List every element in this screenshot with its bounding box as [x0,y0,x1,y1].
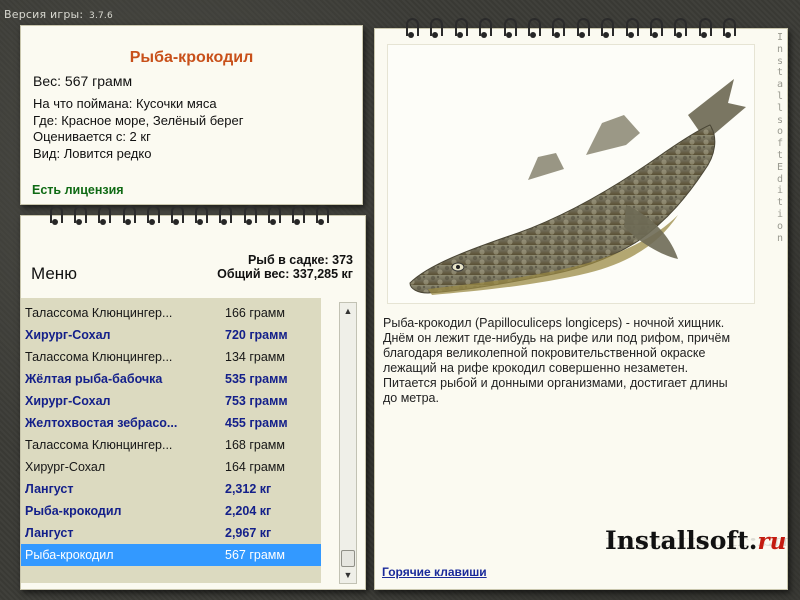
fish-weight-value: 567 грамм [225,548,285,562]
ring-icon [49,205,63,227]
fish-photo [387,44,755,304]
fish-name: Хирург-Сохал [25,460,106,474]
fish-weight-value: 168 грамм [225,438,285,452]
fish-name: Рыба-крокодил [25,504,122,518]
fish-weight-value: 2,312 кг [225,482,272,496]
license-status: Есть лицензия [32,183,124,197]
crocodile-fish-image [409,79,746,295]
list-item[interactable]: Жёлтая рыба-бабочка 535 грамм [21,368,321,390]
notebook-rings [49,205,339,227]
fish-name: Лангуст [25,482,74,496]
fish-location: Где: Красное море, Зелёный берег [33,112,244,128]
fish-weight-value: 535 грамм [225,372,288,386]
list-item[interactable]: Талассома Клюнцингер... 166 грамм [21,302,321,324]
fish-weight-value: 164 грамм [225,460,285,474]
fish-weight-value: 166 грамм [225,306,285,320]
list-item[interactable]: Желтохвостая зебрасо... 455 грамм [21,412,321,434]
scroll-down-button[interactable]: ▼ [340,567,356,583]
ring-icon [243,205,257,227]
list-item[interactable]: Лангуст 2,967 кг [21,522,321,544]
fish-bait: На что поймана: Кусочки мяса [33,96,217,111]
fish-weight-value: 2,967 кг [225,526,272,540]
fish-title: Рыба-крокодил [129,49,254,66]
brand-main: Installsoft. [605,526,758,555]
ring-icon [600,18,615,40]
ring-icon [146,205,160,227]
fish-name: Жёлтая рыба-бабочка [25,372,163,386]
catch-list: Талассома Клюнцингер... 166 грамм Хирург-С… [21,298,321,583]
ring-icon [478,18,493,40]
menu-button[interactable]: Меню [31,264,77,284]
list-item[interactable]: Рыба-крокодил 567 грамм [21,544,321,566]
ring-icon [698,18,712,40]
ring-icon [527,18,541,40]
ring-icon [625,18,639,40]
list-item[interactable]: Хирург-Сохал 753 грамм [21,390,321,412]
fish-name: Талассома Клюнцингер... [25,350,173,364]
ring-icon [194,205,209,227]
fish-value: Оценивается с: 2 кг [33,129,151,144]
ring-icon [576,18,590,40]
scroll-thumb[interactable] [341,550,355,567]
list-item[interactable]: Лангуст 2,312 кг [21,478,321,500]
fish-weight: Вес: 567 грамм [33,73,133,89]
fish-name: Лангуст [25,526,74,540]
fish-rarity: Вид: Ловится редко [33,145,152,161]
fish-name: Талассома Клюнцингер... [25,438,173,452]
fish-weight-value: 134 грамм [225,350,285,364]
scroll-up-button[interactable]: ▲ [340,303,356,319]
ring-icon [429,18,444,40]
list-item[interactable]: Хирург-Сохал 720 грамм [21,324,321,346]
list-item[interactable]: Хирург-Сохал 164 грамм [21,456,321,478]
ring-icon [73,205,88,227]
brand-ru: ru [757,528,787,555]
fish-weight-value: 753 грамм [225,394,288,408]
fish-weight-value: 455 грамм [225,416,288,430]
fish-count: Рыб в садке: 373 [247,253,353,267]
ring-icon [291,205,305,227]
catch-list-card: Меню Рыб в садке: 373 Общий вес: 337,285… [20,205,366,590]
ring-icon [673,18,688,40]
fish-details: На что поймана: Кусочки мяса Где: Красно… [33,96,243,162]
list-item[interactable]: Талассома Клюнцингер... 168 грамм [21,434,321,456]
version-number: 3.7.6 [89,11,113,21]
ring-icon [122,205,136,227]
version-label: Версия игры: 3.7.6 [4,8,113,21]
list-scrollbar[interactable]: ▲ ▼ [339,302,357,584]
fish-name: Хирург-Сохал [25,328,111,342]
ring-icon [267,205,281,227]
list-item[interactable]: Рыба-крокодил 2,204 кг [21,500,321,522]
ring-icon [170,205,184,227]
fish-name: Желтохвостая зебрасо... [25,416,178,430]
ring-icon [722,18,737,40]
fish-weight-value: 2,204 кг [225,504,272,518]
ring-icon [551,18,566,40]
fish-info-card: Рыба-крокодил Вес: 567 грамм На что пойм… [20,25,363,205]
fish-name: Хирург-Сохал [25,394,111,408]
version-text: Версия игры: [4,8,84,21]
fish-detail-card: Рыба-крокодил (Papilloculiceps longiceps… [374,18,789,590]
ring-icon [97,205,112,227]
fish-weight-value: 720 грамм [225,328,288,342]
fish-name: Рыба-крокодил [25,548,114,562]
fish-description: Рыба-крокодил (Papilloculiceps longiceps… [383,316,731,405]
ring-icon [503,18,517,40]
total-weight: Общий вес: 337,285 кг [217,267,353,281]
hotkeys-link[interactable]: Горячие клавиши [382,565,487,579]
chevron-up-icon: ▲ [343,306,353,316]
ring-icon [454,18,468,40]
fish-name: Талассома Клюнцингер... [25,306,173,320]
chevron-down-icon: ▼ [343,570,353,580]
ring-icon [405,18,419,40]
ring-icon [315,205,330,227]
edition-watermark: InstallsoftEdition [776,32,784,244]
catch-stats: Рыб в садке: 373 Общий вес: 337,285 кг [217,253,353,281]
ring-icon [649,18,663,40]
list-item[interactable]: Талассома Клюнцингер... 134 грамм [21,346,321,368]
ring-icon [218,205,233,227]
notebook-rings [405,18,745,40]
installsoft-logo[interactable]: Installsoft.ru [605,526,786,555]
